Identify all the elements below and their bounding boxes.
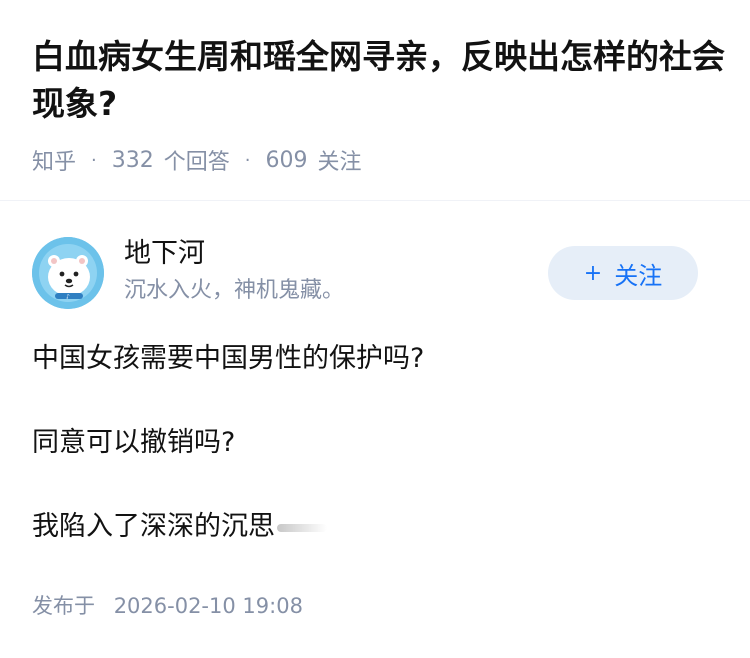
author-card: ♪ 地下河 沉水入火，神机鬼藏。 + 关注 bbox=[32, 235, 722, 310]
publish-datetime: 2026-02-10 19:08 bbox=[113, 594, 303, 618]
meta-separator: · bbox=[91, 149, 97, 171]
avatar[interactable]: ♪ bbox=[32, 237, 104, 309]
answer-paragraph-last: 我陷入了深深的沉思 bbox=[32, 506, 722, 548]
polar-bear-avatar-icon: ♪ bbox=[32, 237, 104, 309]
publish-label: 发布于 bbox=[32, 594, 95, 618]
answer-count-label: 个回答 bbox=[163, 150, 230, 175]
follower-count: 609 bbox=[265, 147, 308, 173]
answer-count: 332 bbox=[111, 147, 154, 173]
source-label[interactable]: 知乎 bbox=[32, 144, 76, 176]
publish-time: 发布于 2026-02-10 19:08 bbox=[32, 590, 303, 622]
plus-icon: + bbox=[583, 260, 603, 286]
question-title[interactable]: 白血病女生周和瑶全网寻亲，反映出怎样的社会现象? bbox=[32, 33, 732, 127]
svg-text:♪: ♪ bbox=[66, 294, 70, 301]
answer-paragraph-text: 我陷入了深深的沉思 bbox=[32, 511, 275, 542]
answer-paragraph: 同意可以撤销吗? bbox=[32, 427, 236, 458]
author-bio: 沉水入火，神机鬼藏。 bbox=[124, 278, 345, 303]
question-meta: 知乎 · 332 个回答 · 609 关注 bbox=[32, 143, 362, 177]
text-fade-mask bbox=[277, 523, 327, 532]
follow-label: 关注 bbox=[614, 261, 663, 290]
answer-content: 中国女孩需要中国男性的保护吗? 同意可以撤销吗? 我陷入了深深的沉思 bbox=[32, 338, 722, 548]
answer-paragraph: 中国女孩需要中国男性的保护吗? bbox=[32, 343, 425, 374]
meta-separator: · bbox=[244, 149, 251, 171]
follower-count-label: 关注 bbox=[317, 150, 362, 175]
author-name[interactable]: 地下河 bbox=[124, 235, 205, 273]
follow-button[interactable]: + 关注 bbox=[548, 246, 698, 300]
section-divider bbox=[0, 200, 750, 201]
